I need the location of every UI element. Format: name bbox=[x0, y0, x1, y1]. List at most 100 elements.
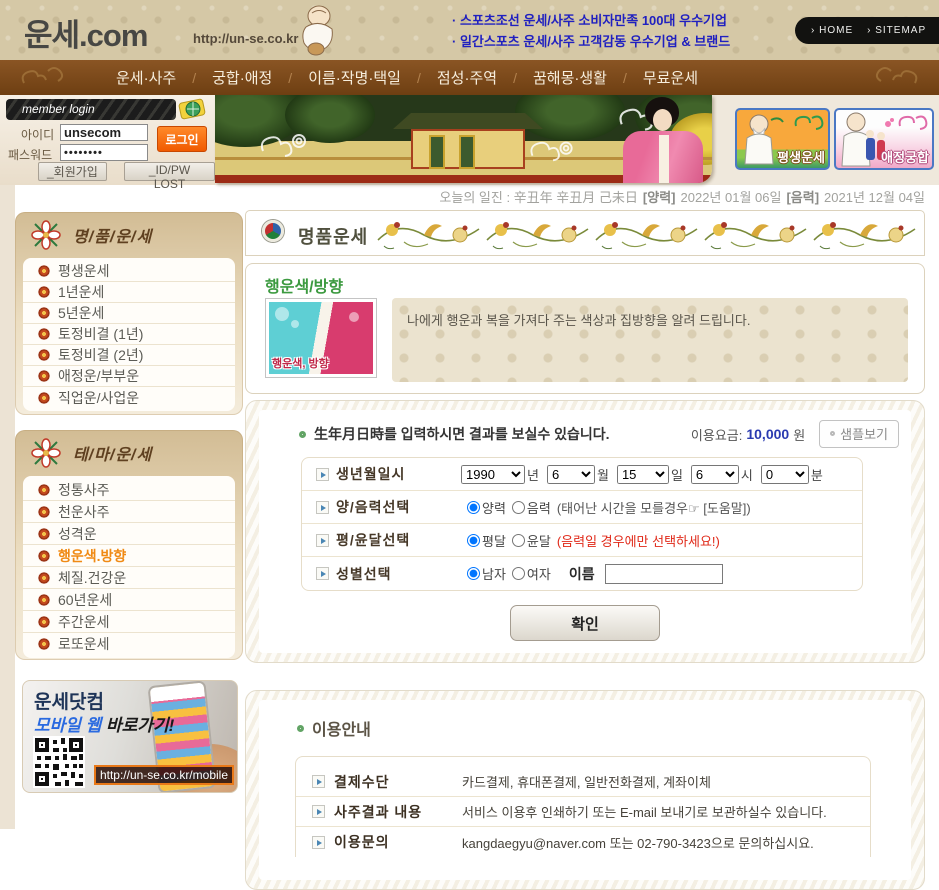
sidebar-item-love[interactable]: 애정운/부부운 bbox=[23, 366, 235, 387]
menu1-header: 명/품/운/세 bbox=[15, 212, 243, 258]
mobile-url-chip[interactable]: http://un-se.co.kr/mobile bbox=[94, 765, 234, 785]
minute-unit: 분 bbox=[811, 465, 823, 484]
year-select[interactable]: 1990 bbox=[461, 465, 525, 484]
award-link-2[interactable]: · 일간스포츠 운세/사주 고객감동 우수기업 & 브랜드 bbox=[452, 31, 730, 52]
arrow-icon bbox=[316, 534, 329, 547]
male-radio[interactable] bbox=[467, 567, 480, 580]
section-description: 나에게 행운과 복을 가져다 주는 색상과 집방향을 알려 드립니다. bbox=[392, 298, 908, 382]
theme-fortune-menu: 테/마/운/세 정통사주 천운사주 성격운 행운색.방향 체질.건강운 60년운… bbox=[15, 430, 243, 660]
lunar-radio[interactable] bbox=[512, 501, 525, 514]
lucky-color-section: 행운색/방향 행운색, 방향 나에게 행운과 복을 가져다 주는 색상과 집방향… bbox=[245, 263, 925, 394]
flower-bullet-icon bbox=[38, 484, 50, 496]
site-logo[interactable]: 운세.com bbox=[24, 10, 147, 55]
birthdate-row: 생년월일시 1990 년 6 월 15 일 6 시 0 분 bbox=[302, 458, 862, 491]
mobile-web-banner[interactable]: 운세닷컴 모바일 웹 바로가기! http://un-se.co.kr/mobi… bbox=[22, 680, 238, 793]
menu2-header: 테/마/운/세 bbox=[15, 430, 243, 476]
sidebar-item-lotto[interactable]: 로또운세 bbox=[23, 633, 235, 655]
premium-fortune-menu: 명/품/운/세 평생운세 1년운세 5년운세 토정비결 (1년) 토정비결 (2… bbox=[15, 212, 243, 415]
award-links: · 스포츠조선 운세/사주 소비자만족 100대 우수기업 · 일간스포츠 운세… bbox=[452, 10, 730, 52]
payment-label: 결제수단 bbox=[334, 772, 390, 792]
year-unit: 년 bbox=[527, 465, 539, 484]
nav-unse-saju[interactable]: 운세·사주 bbox=[112, 67, 180, 88]
top-header: 운세.com http://un-se.co.kr · 스포츠조선 운세/사주 … bbox=[0, 0, 939, 60]
normal-month-radio[interactable] bbox=[467, 534, 480, 547]
cloud-swirl-icon bbox=[525, 135, 581, 172]
sidebar-item-saju[interactable]: 정통사주 bbox=[23, 479, 235, 501]
sample-button-label: 샘플보기 bbox=[840, 424, 888, 443]
solar-label: [양력] bbox=[643, 187, 676, 206]
sitemap-link[interactable]: › SITEMAP bbox=[867, 25, 926, 36]
payment-value: 카드결제, 휴대폰결제, 일반전화결제, 계좌이체 bbox=[462, 772, 711, 791]
section-thumbnail[interactable]: 행운색, 방향 bbox=[265, 298, 377, 378]
confirm-button[interactable]: 확인 bbox=[510, 605, 660, 641]
bubble-graphic bbox=[291, 320, 299, 328]
result-value: 서비스 이용후 인쇄하기 또는 E-mail 보내기로 보관하실수 있습니다. bbox=[462, 802, 827, 821]
nav-free[interactable]: 무료운세 bbox=[639, 67, 702, 88]
member-login-panel: member login 아이디 패스워드 로그인 _회원가입 _ID/PW L… bbox=[0, 95, 215, 185]
sidebar-item-health[interactable]: 체질.건강운 bbox=[23, 567, 235, 589]
life-fortune-banner[interactable]: 평생운세 bbox=[735, 108, 830, 170]
home-link[interactable]: › HOME bbox=[811, 25, 853, 36]
sidebar-item-lucky-color[interactable]: 행운색.방향 bbox=[23, 545, 235, 567]
love-match-banner[interactable]: 애정궁합 bbox=[834, 108, 934, 170]
idpw-lost-button[interactable]: _ID/PW LOST bbox=[124, 162, 215, 181]
hour-select[interactable]: 6 bbox=[691, 465, 739, 484]
today-iljin-line: 오늘의 일진 : 辛丑年 辛丑月 己未日 [양력] 2022년 01월 06일 … bbox=[0, 185, 925, 208]
sidebar-item-personality[interactable]: 성격운 bbox=[23, 523, 235, 545]
form-inner: 生年月日時를 입력하시면 결과를 보실수 있습니다. 이용요금: 10,000 … bbox=[259, 410, 911, 653]
nav-name[interactable]: 이름·작명·택일 bbox=[304, 67, 405, 88]
section-title: 행운색/방향 bbox=[265, 273, 343, 297]
flower-bullet-icon bbox=[38, 528, 50, 540]
female-radio[interactable] bbox=[512, 567, 525, 580]
month-select[interactable]: 6 bbox=[547, 465, 595, 484]
leap-month-radio[interactable] bbox=[512, 534, 525, 547]
password-input[interactable] bbox=[60, 144, 148, 161]
login-button[interactable]: 로그인 bbox=[157, 126, 207, 152]
form-header: 生年月日時를 입력하시면 결과를 보실수 있습니다. 이용요금: 10,000 … bbox=[259, 410, 911, 448]
calendar-type-row: 양/음력선택 양력 음력 (태어난 시간을 모를경우☞ [도움말]) bbox=[302, 491, 862, 524]
nav-gunghap[interactable]: 궁합·애정 bbox=[208, 67, 276, 88]
mobile-web-text: 모바일 웹 bbox=[34, 716, 101, 735]
lunar-label: [음력] bbox=[786, 187, 819, 206]
page-title-bar: 명품운세 bbox=[245, 210, 925, 256]
award-link-1[interactable]: · 스포츠조선 운세/사주 소비자만족 100대 우수기업 bbox=[452, 10, 730, 31]
sidebar-item-tojeong2[interactable]: 토정비결 (2년) bbox=[23, 345, 235, 366]
calendar-label-group: 양/음력선택 bbox=[316, 497, 461, 517]
result-label-group: 사주결과 내용 bbox=[312, 802, 462, 822]
bubble-graphic bbox=[275, 307, 289, 321]
minute-select[interactable]: 0 bbox=[761, 465, 809, 484]
dot-icon bbox=[830, 431, 835, 436]
palace-banner-image[interactable] bbox=[215, 95, 712, 183]
hanbok-lady-graphic bbox=[659, 135, 669, 183]
day-unit: 일 bbox=[671, 465, 683, 484]
sidebar-item-label: 토정비결 (2년) bbox=[58, 345, 143, 365]
arrow-icon bbox=[316, 468, 329, 481]
leap-label: 평/윤달선택 bbox=[336, 530, 410, 550]
submit-row: 확인 bbox=[259, 605, 911, 641]
sidebar-item-1year[interactable]: 1년운세 bbox=[23, 282, 235, 303]
sidebar-item-career[interactable]: 직업운/사업운 bbox=[23, 387, 235, 408]
guide-header: 이용안내 bbox=[259, 700, 911, 740]
sidebar-item-lifetime[interactable]: 평생운세 bbox=[23, 261, 235, 282]
arrow-icon bbox=[312, 775, 325, 788]
mobile-banner-title: 운세닷컴 bbox=[34, 687, 104, 714]
join-button[interactable]: _회원가입 bbox=[38, 162, 107, 181]
nav-separator: / bbox=[513, 70, 517, 86]
calendar-note[interactable]: (태어난 시간을 모를경우☞ [도움말]) bbox=[557, 498, 751, 517]
sidebar-item-5year[interactable]: 5년운세 bbox=[23, 303, 235, 324]
solar-radio[interactable] bbox=[467, 501, 480, 514]
sidebar-item-tojeong1[interactable]: 토정비결 (1년) bbox=[23, 324, 235, 345]
id-input[interactable] bbox=[60, 124, 148, 141]
sidebar-item-60year[interactable]: 60년운세 bbox=[23, 589, 235, 611]
nav-jumseong[interactable]: 점성·주역 bbox=[433, 67, 501, 88]
flower-bullet-icon bbox=[38, 328, 50, 340]
name-input[interactable] bbox=[605, 564, 723, 584]
sidebar-item-cheonun[interactable]: 천운사주 bbox=[23, 501, 235, 523]
mouse-globe-icon bbox=[178, 97, 208, 128]
sample-view-button[interactable]: 샘플보기 bbox=[819, 420, 899, 448]
nav-dream[interactable]: 꿈해몽·생활 bbox=[529, 67, 611, 88]
menu1-title: 명/품/운/세 bbox=[73, 223, 152, 247]
sidebar-item-label: 체질.건강운 bbox=[58, 568, 126, 588]
day-select[interactable]: 15 bbox=[617, 465, 669, 484]
sidebar-item-weekly[interactable]: 주간운세 bbox=[23, 611, 235, 633]
